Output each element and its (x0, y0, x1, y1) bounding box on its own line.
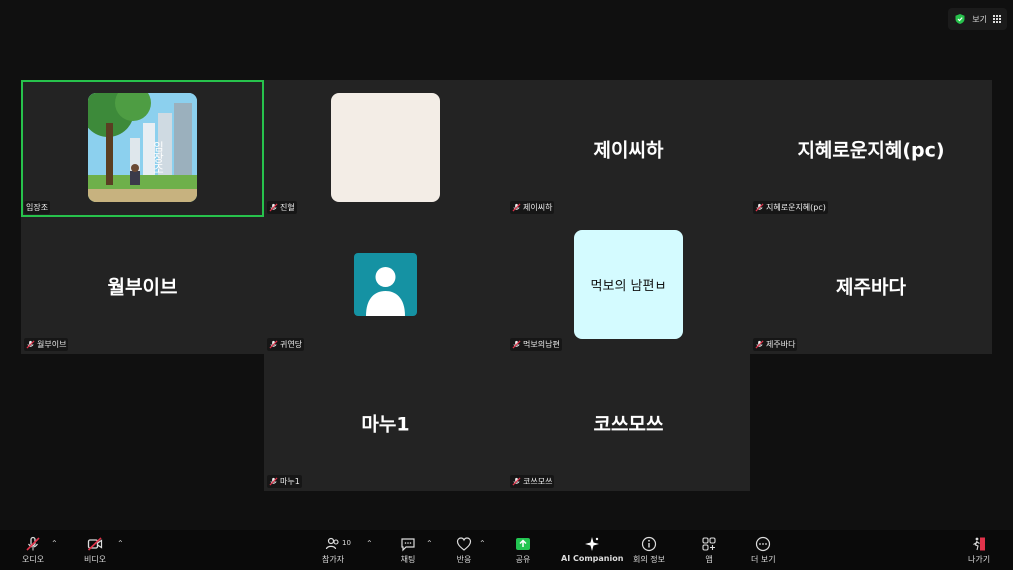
audio-label: 오디오 (22, 555, 45, 564)
video-tile-4[interactable]: 지혜로운지혜(pc) 지혜로운지혜(pc) (750, 80, 992, 217)
profile-picture: 임장조 (88, 93, 197, 202)
participants-options-caret[interactable]: ⌃ (366, 539, 373, 548)
video-tile-10[interactable]: 코쓰모쓰 코쓰모쓰 (507, 354, 750, 491)
participants-label: 참가자 (322, 555, 345, 564)
exit-door-icon (973, 537, 986, 551)
participant-name: 지혜로운지혜(pc) (753, 201, 828, 214)
chat-label: 채팅 (400, 555, 416, 564)
share-label: 공유 (515, 555, 531, 564)
participant-name: 월부이브 (24, 338, 69, 351)
heart-icon (456, 537, 472, 551)
more-button[interactable]: 더 보기 (751, 536, 776, 565)
mic-muted-icon (26, 340, 35, 349)
audio-options-caret[interactable]: ⌃ (51, 539, 58, 548)
participant-name: 먹보의남편 (510, 338, 562, 351)
mic-muted-icon (269, 477, 278, 486)
reactions-label: 반응 (456, 555, 472, 564)
participant-display-name: 제이씨하 (593, 139, 664, 161)
participants-button[interactable]: 참가자 10 (322, 536, 351, 565)
video-tile-7[interactable]: 먹보의 남편ㅂ 먹보의남편 (507, 217, 750, 354)
participant-display-name: 월부이브 (107, 276, 178, 298)
grid-view-icon (993, 15, 1001, 23)
video-tile-1[interactable]: 임장조 임장조 (21, 80, 264, 217)
video-tile-5[interactable]: 월부이브 월부이브 (21, 217, 264, 354)
video-tile-2[interactable]: 진혈 (264, 80, 507, 217)
participant-name: 귀연당 (267, 338, 305, 351)
apps-icon (702, 537, 716, 551)
default-avatar (354, 253, 417, 316)
participants-icon (325, 537, 339, 550)
park-illustration-image: 임장조 (88, 93, 197, 202)
participant-display-name: 코쓰모쓰 (593, 413, 664, 435)
chat-bubble-icon (401, 538, 415, 552)
participant-name: 제주바다 (753, 338, 798, 351)
mic-muted-icon (512, 203, 521, 212)
mic-muted-icon (269, 340, 278, 349)
mic-muted-icon (512, 340, 521, 349)
leave-button[interactable]: 나가기 (968, 536, 990, 565)
person-icon (366, 267, 405, 316)
meeting-info-button[interactable]: 회의 정보 (633, 536, 665, 565)
video-tile-6[interactable]: 귀연당 (264, 217, 507, 354)
security-shield-icon (955, 14, 965, 24)
more-label: 더 보기 (751, 555, 776, 564)
ai-companion-button[interactable]: AI Companion (561, 536, 623, 563)
mic-muted-icon (269, 203, 278, 212)
participant-name: 코쓰모쓰 (510, 475, 555, 488)
more-dots-icon (756, 536, 771, 552)
reactions-button[interactable]: 반응 (456, 536, 472, 565)
mic-muted-icon (26, 536, 40, 551)
video-tile-8[interactable]: 제주바다 제주바다 (750, 217, 992, 354)
chat-button[interactable]: 채팅 (400, 536, 416, 565)
share-arrow-icon (516, 538, 530, 550)
share-screen-button[interactable]: 공유 (515, 536, 531, 565)
participants-count: 10 (342, 539, 351, 547)
chat-options-caret[interactable]: ⌃ (426, 539, 433, 548)
meeting-info-label: 회의 정보 (633, 555, 665, 564)
video-button[interactable]: 비디오 (84, 536, 106, 565)
participant-display-name: 제주바다 (836, 276, 906, 298)
apps-button[interactable]: 앱 (701, 536, 717, 565)
participant-name: 진혈 (267, 201, 297, 214)
video-label: 비디오 (84, 555, 107, 564)
video-tile-9[interactable]: 마누1 마누1 (264, 354, 507, 491)
meeting-toolbar: 오디오 ⌃ 비디오 ⌃ 참가자 10 ⌃ 채팅 ⌃ 반응 ⌃ 공유 AI Com… (0, 530, 1013, 570)
participant-display-name: 지혜로운지혜(pc) (797, 139, 945, 161)
view-menu-button[interactable]: 보기 (948, 8, 1007, 30)
ai-companion-label: AI Companion (561, 554, 624, 563)
mic-muted-icon (755, 340, 764, 349)
reactions-options-caret[interactable]: ⌃ (479, 539, 486, 548)
video-tile-3[interactable]: 제이씨하 제이씨하 (507, 80, 750, 217)
video-options-caret[interactable]: ⌃ (117, 539, 124, 548)
handwritten-avatar-text: 먹보의 남편ㅂ (590, 279, 667, 294)
view-label: 보기 (972, 14, 987, 24)
profile-picture: 먹보의 남편ㅂ (574, 230, 683, 339)
mic-muted-icon (512, 477, 521, 486)
leave-label: 나가기 (968, 555, 991, 564)
sparkle-icon (585, 537, 600, 551)
participant-display-name: 마누1 (361, 413, 410, 435)
participant-name: 마누1 (267, 475, 302, 488)
participant-name: 제이씨하 (510, 201, 555, 214)
art-text: 임장조 (152, 141, 165, 174)
video-off-icon (87, 537, 103, 551)
profile-picture (331, 93, 440, 202)
mic-muted-icon (755, 203, 764, 212)
apps-label: 앱 (705, 555, 713, 564)
info-icon (641, 536, 657, 552)
participant-name: 임장조 (24, 201, 51, 214)
audio-button[interactable]: 오디오 (22, 536, 44, 565)
